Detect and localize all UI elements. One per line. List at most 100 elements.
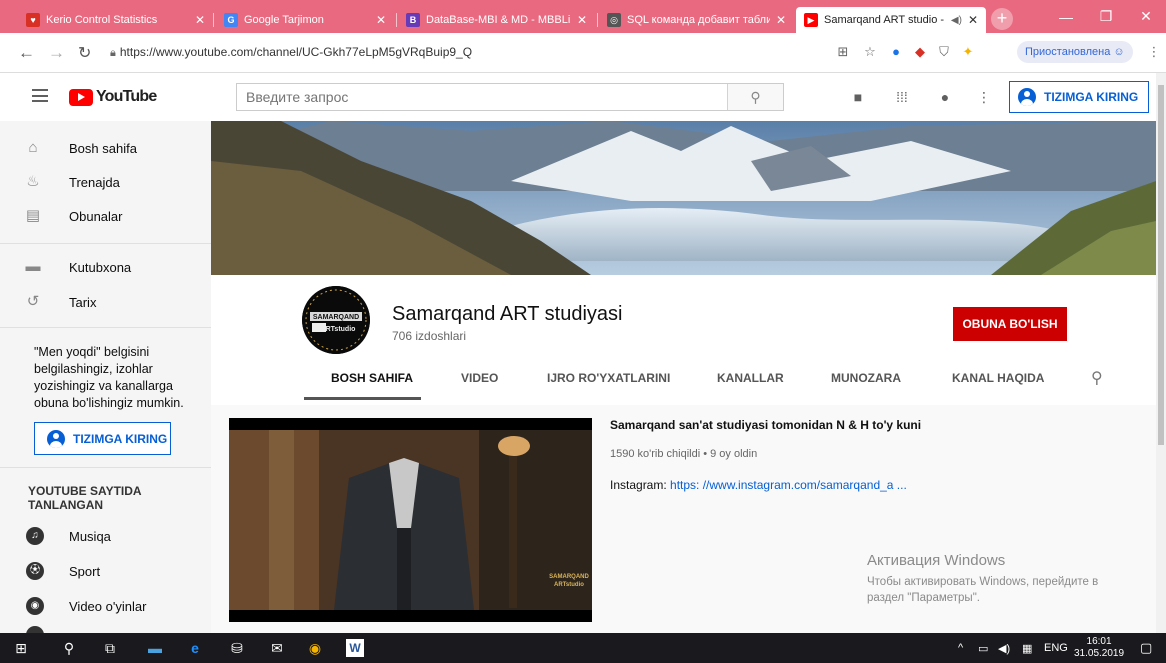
maximize-button[interactable]: ❐	[1086, 0, 1126, 33]
tab-playlists[interactable]: IJRO RO'YXATLARINI	[547, 371, 670, 385]
close-tab-icon[interactable]: ✕	[776, 13, 786, 27]
sidebar-item-music[interactable]: ♫ Musiqa	[0, 518, 211, 554]
youtube-logo[interactable]: YouTube	[69, 88, 157, 106]
channel-avatar[interactable]: SAMARQAND ARTstudio	[302, 286, 370, 354]
sidebar-item-trending[interactable]: ♨ Trenajda	[0, 164, 211, 200]
tab-youtube-active[interactable]: ▶ Samarqand ART studio - Y ◀) ✕	[796, 7, 986, 33]
close-tab-icon[interactable]: ✕	[968, 13, 978, 27]
sidebar-item-library[interactable]: ▬ Kutubxona	[0, 249, 211, 285]
minimize-button[interactable]: —	[1046, 0, 1086, 33]
close-window-button[interactable]: ✕	[1126, 0, 1166, 33]
hamburger-menu-icon[interactable]	[32, 89, 48, 102]
instagram-link[interactable]: https: //www.instagram.com/samarqand_a .…	[670, 478, 907, 492]
trending-icon: ♨	[26, 173, 40, 190]
tab-sql[interactable]: ◎ SQL команда добавит таблиц ✕	[599, 7, 794, 33]
notifications-icon[interactable]: ▢	[1140, 640, 1152, 656]
sidebar-item-history[interactable]: ↺ Tarix	[0, 284, 211, 320]
featured-video-player[interactable]: SAMARQAND ARTstudio	[229, 418, 592, 622]
translate-icon[interactable]: ⊞	[835, 44, 851, 60]
chrome-icon[interactable]: ◉	[306, 639, 324, 657]
featured-video-meta: 1590 ko'rib chiqildi • 9 oy oldin	[610, 448, 758, 460]
sidebar-item-home[interactable]: ⌂ Bosh sahifa	[0, 130, 211, 166]
network-icon[interactable]: ▦	[1022, 642, 1032, 655]
extension-puzzle-icon[interactable]: ✦	[960, 44, 976, 60]
close-tab-icon[interactable]: ✕	[195, 13, 205, 27]
channel-page: SAMARQAND ARTstudio Samarqand ART studiy…	[211, 121, 1156, 633]
volume-icon[interactable]: ◀)	[998, 642, 1010, 655]
windows-activation-title: Активация Windows	[867, 552, 1006, 569]
battery-icon[interactable]: ▭	[978, 642, 988, 655]
task-view-icon[interactable]: ⧉	[101, 639, 119, 657]
sport-icon: ⚽︎	[26, 562, 44, 580]
clock-time: 16:01	[1086, 636, 1112, 647]
sidebar-item-label: Tarix	[69, 294, 97, 310]
upload-video-icon[interactable]: ■	[850, 90, 866, 104]
tab-kerio[interactable]: ♥ Kerio Control Statistics ✕	[18, 7, 213, 33]
tab-channels[interactable]: KANALLAR	[717, 371, 784, 385]
sidebar-item-sport[interactable]: ⚽︎ Sport	[0, 553, 211, 589]
featured-video-title[interactable]: Samarqand san'at studiyasi tomonidan N &…	[610, 418, 921, 432]
mail-icon[interactable]: ✉	[268, 639, 286, 657]
address-bar[interactable]: 🔒︎ https://www.youtube.com/channel/UC-Gkh…	[110, 45, 472, 60]
explorer-icon[interactable]: ▬	[146, 639, 164, 657]
next-category-icon	[26, 626, 44, 633]
channel-name: Samarqand ART studiyasi	[392, 303, 623, 325]
windows-activation-text: Чтобы активировать Windows, перейдите в …	[867, 576, 1099, 604]
messages-icon[interactable]: ●	[937, 90, 953, 104]
settings-more-icon[interactable]: ⋮	[976, 90, 992, 104]
search-icon: ⚲	[750, 89, 761, 105]
extension-red-icon[interactable]: ◆	[912, 44, 928, 60]
close-tab-icon[interactable]: ✕	[577, 13, 587, 27]
tab-title: SQL команда добавит таблиц	[627, 14, 770, 26]
back-icon[interactable]: ←	[18, 43, 35, 63]
bookmark-star-icon[interactable]: ☆	[862, 44, 878, 60]
thumb-watermark-bottom: ARTstudio	[554, 582, 584, 588]
sidebar-item-label: Sport	[69, 563, 101, 579]
tab-discussion[interactable]: MUNOZARA	[831, 371, 901, 385]
tab-database[interactable]: B DataBase-MBI & MD - MBBLin ✕	[398, 7, 595, 33]
search-icon[interactable]: ⚲	[60, 639, 78, 657]
windows-start-icon[interactable]: ⊞	[12, 639, 30, 657]
avatar-text-top: SAMARQAND	[313, 314, 359, 321]
sidebar-item-label: Obunalar	[69, 208, 123, 224]
reload-icon[interactable]: ↻	[78, 43, 91, 63]
gaming-icon: ◉	[26, 597, 44, 615]
audio-playing-icon[interactable]: ◀)	[951, 15, 962, 26]
youtube-header: YouTube ⚲ ■ ⁞⁞⁞ ● ⋮ TIZIMGA KIRING	[0, 73, 1156, 121]
apps-grid-icon[interactable]: ⁞⁞⁞	[894, 90, 910, 104]
search-button[interactable]: ⚲	[727, 84, 783, 110]
scrollbar-thumb[interactable]	[1158, 85, 1164, 445]
browser-menu-icon[interactable]: ⋮	[1146, 44, 1162, 60]
sign-in-label: TIZIMGA KIRING	[73, 431, 168, 446]
tab-title: Kerio Control Statistics	[46, 14, 158, 26]
sidebar-item-gaming[interactable]: ◉ Video o'yinlar	[0, 588, 211, 624]
paused-label: Приостановлена	[1025, 46, 1111, 58]
page-scrollbar[interactable]	[1156, 73, 1166, 633]
edge-icon[interactable]: e	[186, 639, 204, 657]
avatar-text-bottom: ARTstudio	[321, 326, 356, 333]
extension-shield-icon[interactable]: ⛉	[936, 44, 952, 60]
tab-videos[interactable]: VIDEO	[461, 371, 498, 385]
subscribe-button[interactable]: OBUNA BO'LISH	[953, 307, 1067, 341]
subscriber-count: 706 izdoshlari	[392, 329, 467, 343]
close-tab-icon[interactable]: ✕	[376, 13, 386, 27]
sign-in-button[interactable]: TIZIMGA KIRING	[1009, 81, 1150, 113]
sidebar-sign-in-button[interactable]: TIZIMGA KIRING	[34, 422, 171, 455]
extension-telegram-icon[interactable]: ●	[888, 44, 904, 60]
store-icon[interactable]: ⛁	[228, 639, 246, 657]
sidebar-item-subscriptions[interactable]: ▤ Obunalar	[0, 198, 211, 234]
new-tab-button[interactable]: +	[991, 8, 1013, 30]
forward-icon[interactable]: →	[48, 43, 65, 63]
tray-chevron-icon[interactable]: ^	[958, 642, 963, 654]
word-icon[interactable]: W	[346, 639, 364, 657]
history-icon: ↺	[26, 293, 40, 310]
search-input[interactable]	[237, 84, 727, 110]
profile-paused-badge[interactable]: Приостановлена ☺	[1017, 41, 1133, 63]
tab-about[interactable]: KANAL HAQIDA	[952, 371, 1044, 385]
channel-search-icon[interactable]: ⚲	[1091, 368, 1109, 387]
language-indicator[interactable]: ENG	[1044, 642, 1068, 654]
system-clock[interactable]: 16:01 31.05.2019	[1074, 636, 1124, 660]
tab-home[interactable]: BOSH SAHIFA	[331, 371, 413, 385]
channel-banner-image	[211, 121, 1156, 275]
tab-google-translate[interactable]: G Google Tarjimon ✕	[216, 7, 394, 33]
